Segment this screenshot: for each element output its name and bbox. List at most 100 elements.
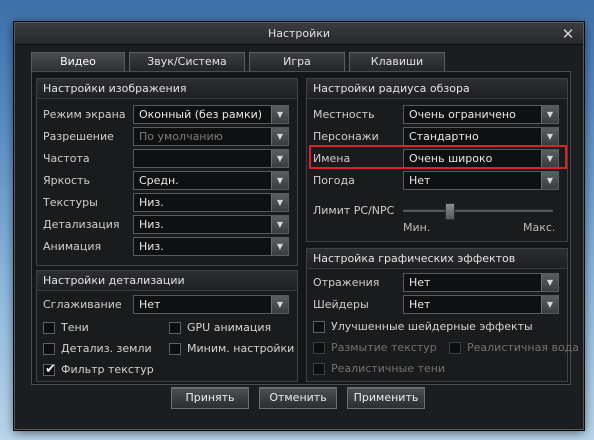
min-settings-label: Миним. настройки [187, 342, 295, 355]
checkbox-box[interactable] [313, 342, 325, 354]
cancel-button[interactable]: Отменить [259, 387, 337, 409]
weather-row: Погода Нет ▼ [307, 171, 567, 191]
tab-sound-system[interactable]: Звук/Система [129, 52, 245, 72]
gpu-animation-checkbox[interactable]: GPU анимация [169, 320, 293, 336]
brightness-label: Яркость [43, 174, 90, 187]
realistic-shadows-checkbox[interactable]: Реалистичные тени [313, 361, 463, 377]
terrain-dropdown[interactable]: Очень ограничено ▼ [403, 105, 559, 124]
checkbox-box[interactable] [169, 343, 181, 355]
reflections-dropdown[interactable]: Нет ▼ [403, 273, 559, 292]
view-radius-panel: Настройки радиуса обзора Местность Очень… [306, 78, 568, 242]
gpu-animation-label: GPU анимация [187, 321, 272, 334]
chevron-down-icon[interactable]: ▼ [271, 296, 288, 313]
slider-max-label: Макс. [523, 221, 556, 234]
tab-game[interactable]: Игра [249, 52, 345, 72]
image-settings-panel: Настройки изображения Режим экрана Оконн… [36, 78, 298, 266]
detail-row: Детализация Низ. ▼ [37, 215, 297, 235]
chevron-down-icon[interactable]: ▼ [541, 150, 558, 167]
detail-settings-header: Настройки детализации [37, 271, 297, 291]
min-settings-checkbox[interactable]: Миним. настройки [169, 341, 295, 357]
brightness-dropdown[interactable]: Средн. ▼ [133, 171, 289, 190]
characters-label: Персонажи [313, 130, 379, 143]
close-icon[interactable]: ✕ [559, 25, 577, 43]
accept-button[interactable]: Принять [171, 387, 249, 409]
shaders-dropdown[interactable]: Нет ▼ [403, 295, 559, 314]
tab-video[interactable]: Видео [31, 52, 125, 73]
ground-detail-checkbox[interactable]: Детализ. земли [43, 341, 163, 357]
chevron-down-icon[interactable]: ▼ [541, 128, 558, 145]
brightness-row: Яркость Средн. ▼ [37, 171, 297, 191]
reflections-row: Отражения Нет ▼ [307, 273, 567, 293]
shaders-row: Шейдеры Нет ▼ [307, 295, 567, 315]
characters-value: Стандартно [409, 130, 479, 143]
detail-value: Низ. [139, 218, 164, 231]
characters-row: Персонажи Стандартно ▼ [307, 127, 567, 147]
pc-npc-limit-slider[interactable] [403, 203, 553, 220]
animation-dropdown[interactable]: Низ. ▼ [133, 237, 289, 256]
apply-button[interactable]: Применить [347, 387, 425, 409]
resolution-row: Разрешение По умолчанию ▼ [37, 127, 297, 147]
weather-dropdown[interactable]: Нет ▼ [403, 171, 559, 190]
chevron-down-icon[interactable]: ▼ [271, 216, 288, 233]
tab-keys[interactable]: Клавиши [349, 52, 445, 72]
textures-label: Текстуры [43, 196, 98, 209]
chevron-down-icon[interactable]: ▼ [541, 296, 558, 313]
chevron-down-icon[interactable]: ▼ [541, 172, 558, 189]
shadows-checkbox[interactable]: Тени [43, 320, 153, 336]
shadows-label: Тени [61, 321, 89, 334]
animation-value: Низ. [139, 240, 164, 253]
antialiasing-label: Сглаживание [43, 298, 122, 311]
animation-label: Анимация [43, 240, 102, 253]
texture-blur-checkbox[interactable]: Размытие текстур [313, 340, 443, 356]
window-title: Настройки [267, 27, 331, 40]
texture-filter-checkbox[interactable]: ✔ Фильтр текстур [43, 362, 173, 378]
realistic-shadows-label: Реалистичные тени [331, 362, 446, 375]
chevron-down-icon[interactable]: ▼ [271, 172, 288, 189]
chevron-down-icon[interactable]: ▼ [271, 150, 288, 167]
chevron-down-icon[interactable]: ▼ [271, 194, 288, 211]
names-dropdown[interactable]: Очень широко ▼ [403, 149, 559, 168]
realistic-water-checkbox[interactable]: Реалистичная вода [449, 340, 579, 356]
checkbox-box[interactable] [169, 322, 181, 334]
chevron-down-icon[interactable]: ▼ [271, 238, 288, 255]
checkbox-box[interactable] [43, 343, 55, 355]
chevron-down-icon[interactable]: ▼ [271, 128, 288, 145]
realistic-water-label: Реалистичная вода [467, 341, 580, 354]
frequency-row: Частота ▼ [37, 149, 297, 169]
weather-label: Погода [313, 174, 355, 187]
texture-filter-label: Фильтр текстур [61, 363, 154, 376]
detail-dropdown[interactable]: Низ. ▼ [133, 215, 289, 234]
pc-npc-limit-label: Лимит PC/NPC [313, 204, 395, 217]
textures-value: Низ. [139, 196, 164, 209]
improved-shaders-label: Улучшенные шейдерные эффекты [331, 320, 533, 333]
slider-thumb[interactable] [445, 203, 455, 220]
checkbox-box[interactable]: ✔ [43, 362, 56, 377]
textures-dropdown[interactable]: Низ. ▼ [133, 193, 289, 212]
names-value: Очень широко [409, 152, 493, 165]
animation-row: Анимация Низ. ▼ [37, 237, 297, 257]
resolution-dropdown[interactable]: По умолчанию ▼ [133, 127, 289, 146]
chevron-down-icon[interactable]: ▼ [541, 274, 558, 291]
terrain-row: Местность Очень ограничено ▼ [307, 105, 567, 125]
pc-npc-limit-row: Лимит PC/NPC Мин. Макс. [307, 201, 567, 237]
detail-label: Детализация [43, 218, 120, 231]
image-settings-header: Настройки изображения [37, 79, 297, 99]
chevron-down-icon[interactable]: ▼ [541, 106, 558, 123]
frequency-dropdown[interactable]: ▼ [133, 149, 289, 168]
resolution-label: Разрешение [43, 130, 114, 143]
checkmark-icon: ✔ [45, 362, 56, 377]
detail-settings-panel: Настройки детализации Сглаживание Нет ▼ … [36, 270, 298, 382]
terrain-label: Местность [313, 108, 375, 121]
shaders-label: Шейдеры [313, 298, 369, 311]
checkbox-box[interactable] [43, 322, 55, 334]
improved-shaders-checkbox[interactable]: Улучшенные шейдерные эффекты [313, 319, 553, 335]
checkbox-box[interactable] [449, 342, 461, 354]
antialiasing-dropdown[interactable]: Нет ▼ [133, 295, 289, 314]
reflections-value: Нет [409, 276, 431, 289]
screen-mode-dropdown[interactable]: Оконный (без рамки) ▼ [133, 105, 289, 124]
resolution-value: По умолчанию [139, 130, 223, 143]
checkbox-box[interactable] [313, 363, 325, 375]
characters-dropdown[interactable]: Стандартно ▼ [403, 127, 559, 146]
checkbox-box[interactable] [313, 321, 325, 333]
chevron-down-icon[interactable]: ▼ [271, 106, 288, 123]
